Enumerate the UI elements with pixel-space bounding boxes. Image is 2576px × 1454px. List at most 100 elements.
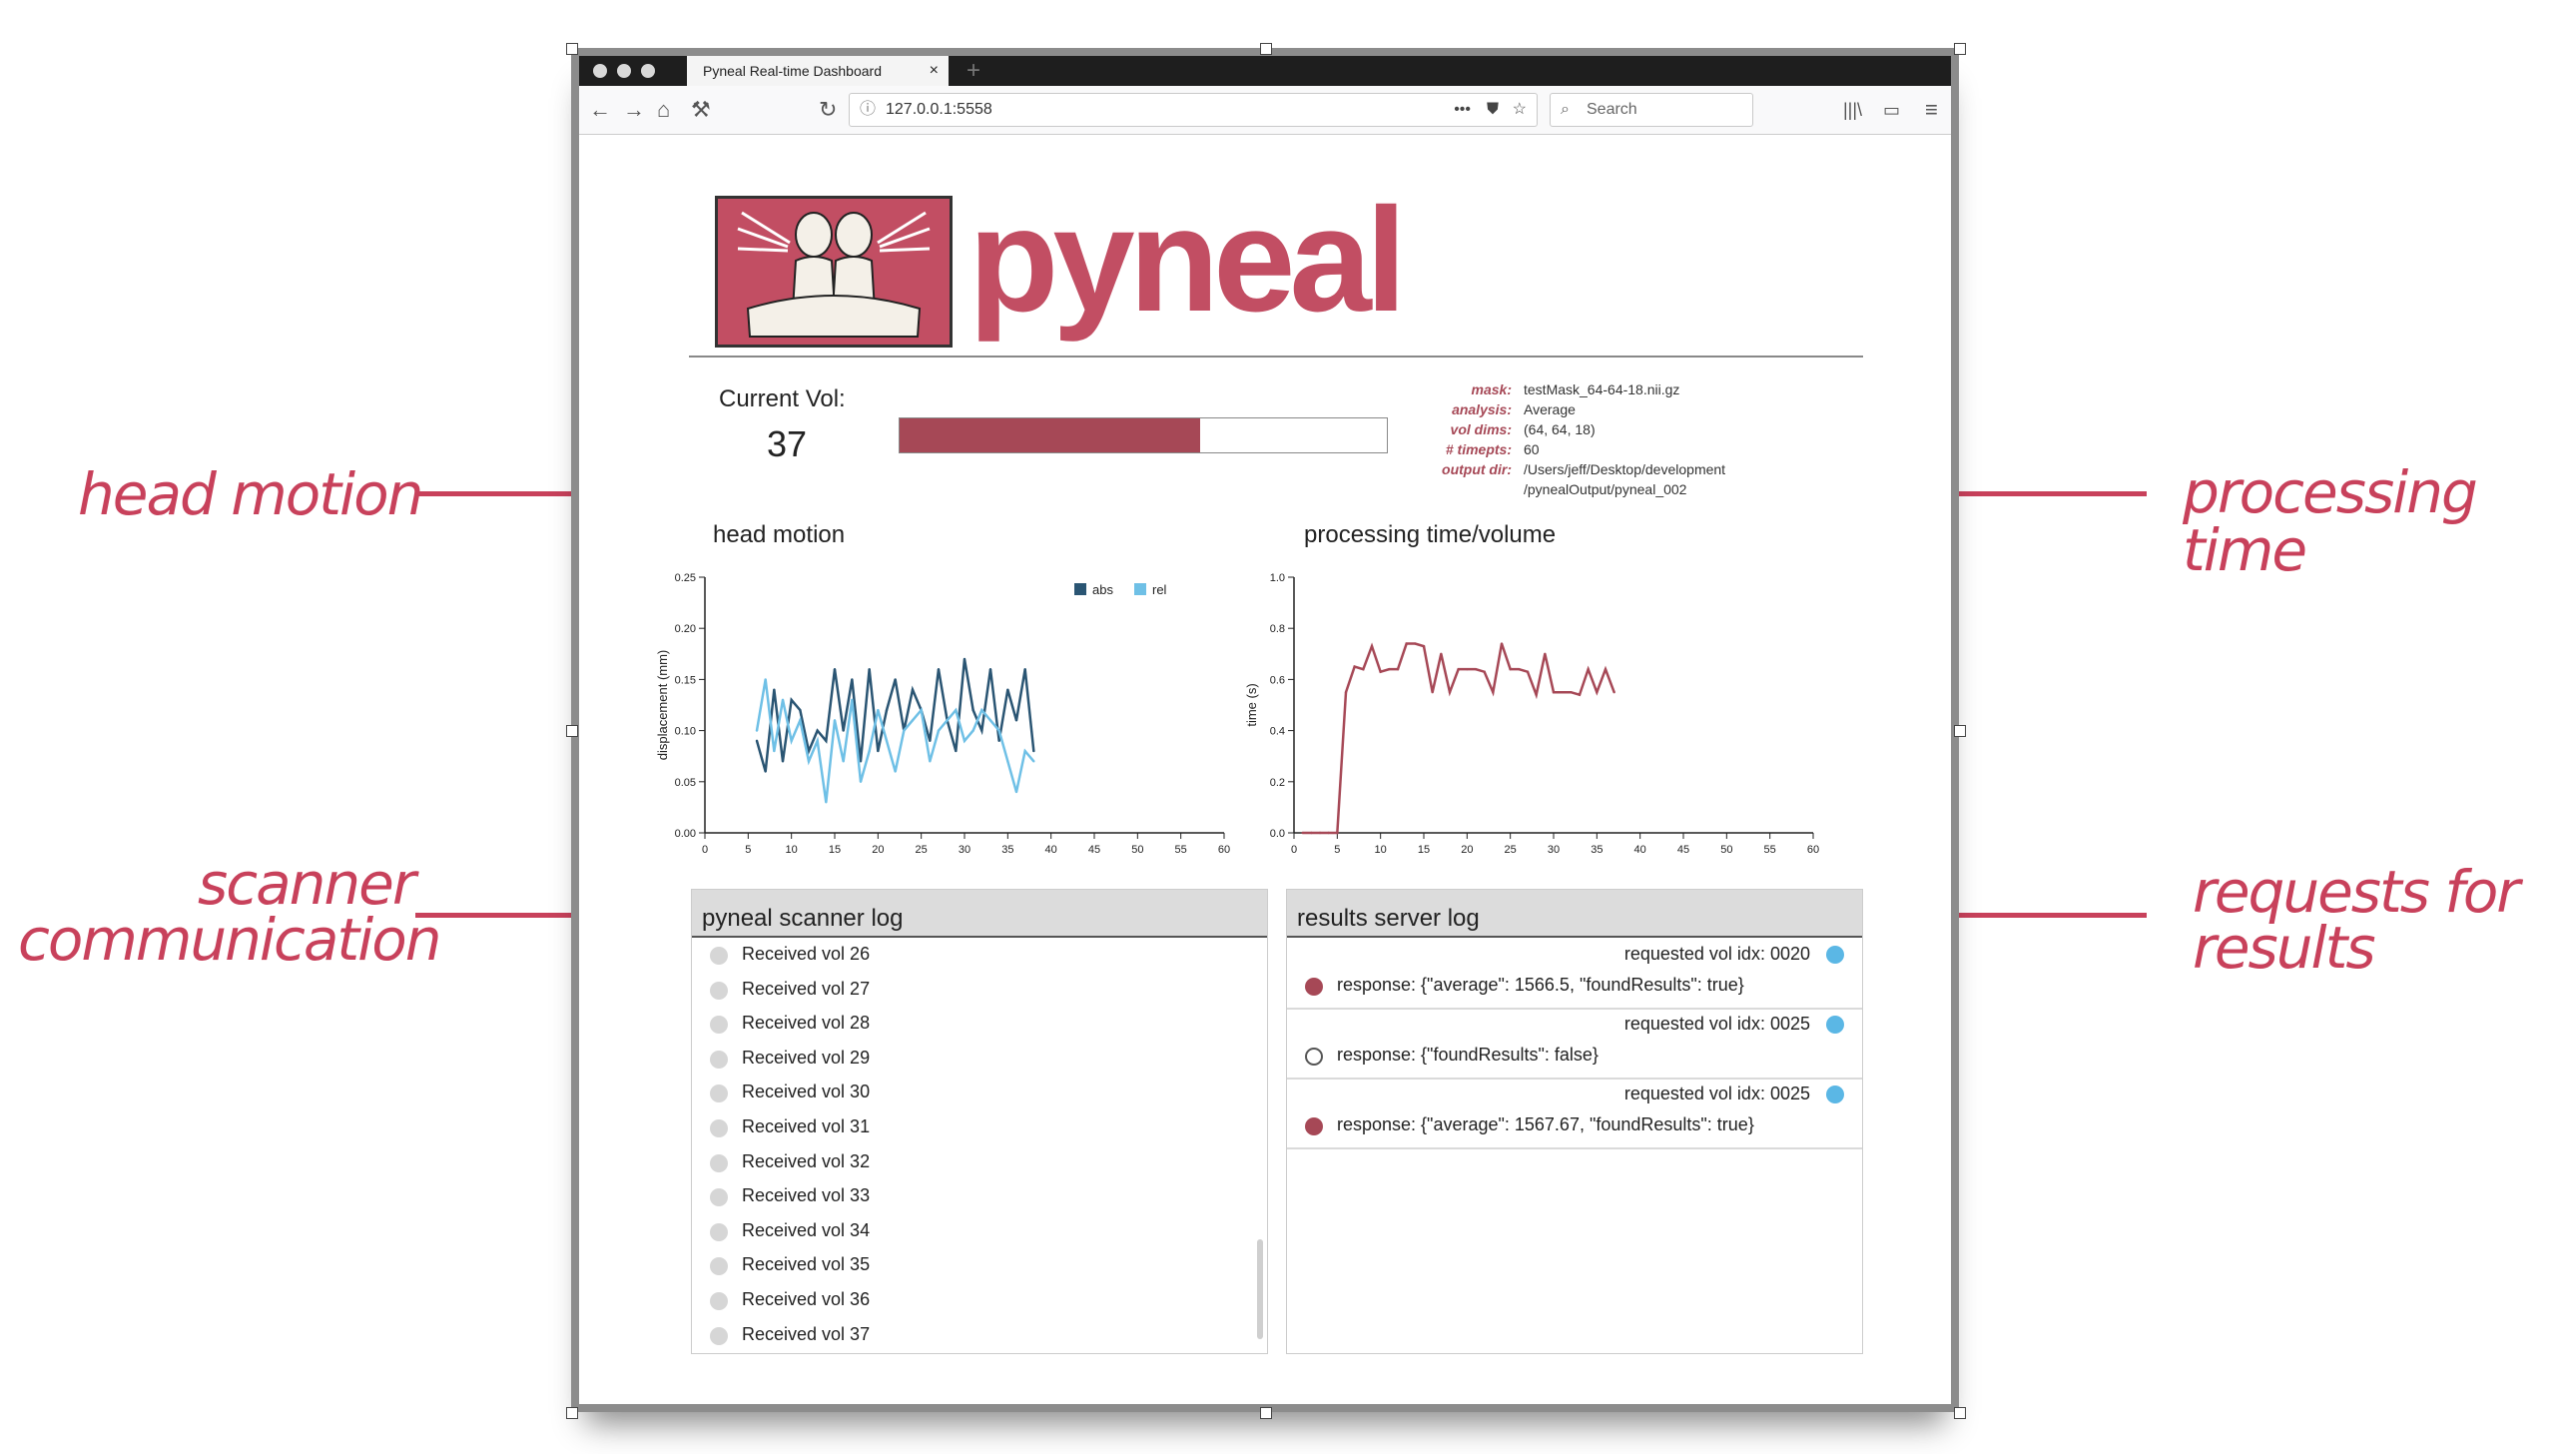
status-dot-icon [710,1292,728,1310]
processing-time-x-tick-label: 10 [1375,844,1387,856]
head-motion-point [997,729,1000,732]
head-motion-series-line-0 [755,658,1035,772]
annotation-processing-time: processing time [2183,458,2478,584]
window-close-dot[interactable] [593,64,607,78]
head-motion-chart-title: head motion [713,521,846,548]
status-dot-icon [710,1085,728,1103]
head-motion-point [988,667,992,671]
head-motion-point [1006,760,1009,763]
head-motion-point [833,719,837,722]
processing-time-point [1526,670,1530,673]
processing-time-y-tick-label: 0.6 [1270,674,1285,686]
processing-time-point [1492,691,1495,694]
head-motion-point [885,708,889,712]
url-bar[interactable]: ⓘ 127.0.0.1:5558 ••• ⛊ ☆ [849,93,1538,127]
resize-handle-br[interactable] [1954,1407,1966,1419]
forward-icon[interactable]: → [623,94,645,126]
meta-value: /pynealOutput/pyneal_002 [1524,481,1687,497]
head-motion-x-tick-label: 50 [1131,844,1143,856]
status-dot-icon [710,947,728,965]
meta-key: analysis: [1452,401,1512,417]
pocket-icon[interactable]: ⛊ [1487,94,1499,126]
annotation-results: results [2193,914,2376,982]
head-motion-x-tick-label: 35 [1001,844,1013,856]
head-motion-point [946,719,949,722]
back-icon[interactable]: ← [589,94,611,126]
meta-key: output dir: [1442,461,1512,477]
scanner-log-text: Received vol 35 [742,1254,871,1275]
scanner-log-text: Received vol 30 [742,1082,871,1102]
status-dot-icon [710,981,728,1000]
resize-handle-mr[interactable] [1954,725,1966,737]
head-motion-point [885,739,889,743]
page-actions-icon[interactable]: ••• [1454,94,1471,126]
search-input[interactable]: ⌕ Search [1550,93,1753,127]
status-dot-icon [710,1016,728,1035]
resize-handle-bc[interactable] [1260,1407,1272,1419]
scanner-log-text: Received vol 31 [742,1116,871,1136]
status-dot-icon [710,1119,728,1137]
request-text: requested vol idx: 0025 [1623,1014,1810,1034]
head-motion-point [755,729,759,732]
head-motion-x-tick-label: 45 [1088,844,1100,856]
head-motion-y-tick-label: 0.20 [675,623,696,635]
head-motion-point [790,698,793,702]
info-icon[interactable]: ⓘ [860,94,876,126]
tab-pyneal-dashboard[interactable]: Pyneal Real-time Dashboard × [687,56,949,86]
status-dot-icon [710,1222,728,1241]
head-motion-point [894,678,897,681]
resize-handle-bl[interactable] [566,1407,578,1419]
library-icon[interactable]: |||\ [1843,94,1862,126]
head-motion-point [799,719,802,722]
head-motion-point [929,760,932,763]
new-tab-icon[interactable]: + [966,56,980,86]
scanner-log-scrollbar[interactable] [1257,1239,1263,1339]
annotation-communication: communication [18,906,442,974]
head-motion-point [781,698,785,702]
request-text: requested vol idx: 0020 [1623,944,1810,964]
resize-handle-tl[interactable] [566,43,578,55]
results-log-entry: requested vol idx: 0025 response: {"avera… [1287,1078,1862,1149]
head-motion-point [980,729,983,732]
window-minimize-dot[interactable] [617,64,631,78]
results-log-entry: requested vol idx: 0020 response: {"avera… [1287,938,1862,1010]
menu-icon[interactable]: ≡ [1925,94,1938,126]
meta-value: Average [1524,401,1576,417]
meta-row-output-dir-cont: /pynealOutput/pyneal_002 [1358,479,1867,499]
head-motion-point [929,739,932,743]
current-vol-label: Current Vol: [719,385,846,412]
status-dot-icon [710,1326,728,1345]
processing-time-x-tick-label: 60 [1807,844,1819,856]
processing-time-point [1535,693,1538,696]
processing-time-chart-title: processing time/volume [1304,521,1557,548]
bookmark-star-icon[interactable]: ☆ [1513,94,1527,126]
sidebar-icon[interactable]: ▭ [1883,94,1900,126]
result-missing-dot-icon [1305,1048,1323,1066]
head-motion-point [833,667,837,671]
processing-time-point [1474,667,1478,671]
processing-time-point [1327,831,1330,835]
head-motion-y-tick-label: 0.00 [675,828,696,840]
window-maximize-dot[interactable] [641,64,655,78]
meta-value: /Users/jeff/Desktop/development [1524,461,1726,477]
request-dot-icon [1826,1016,1844,1034]
processing-time-y-tick-label: 0.4 [1270,726,1285,738]
resize-handle-tc[interactable] [1260,43,1272,55]
processing-time-x-tick-label: 35 [1591,844,1603,856]
head-motion-point [963,657,966,661]
tab-close-icon[interactable]: × [930,56,939,86]
reload-icon[interactable]: ↻ [819,94,837,126]
home-icon[interactable]: ⌂ [657,94,670,126]
head-motion-point [894,770,897,773]
processing-time-point [1552,691,1556,694]
tab-bar: Pyneal Real-time Dashboard × + [579,56,1951,86]
head-motion-point [764,770,767,773]
scanner-log-title: pyneal scanner log [692,890,1267,938]
processing-time-point [1301,831,1304,835]
resize-handle-tr[interactable] [1954,43,1966,55]
processing-time-point [1353,665,1356,668]
resize-handle-ml[interactable] [566,725,578,737]
wrench-icon[interactable]: ⚒ [691,94,711,126]
head-motion-point [764,678,767,681]
head-motion-point [851,678,854,681]
